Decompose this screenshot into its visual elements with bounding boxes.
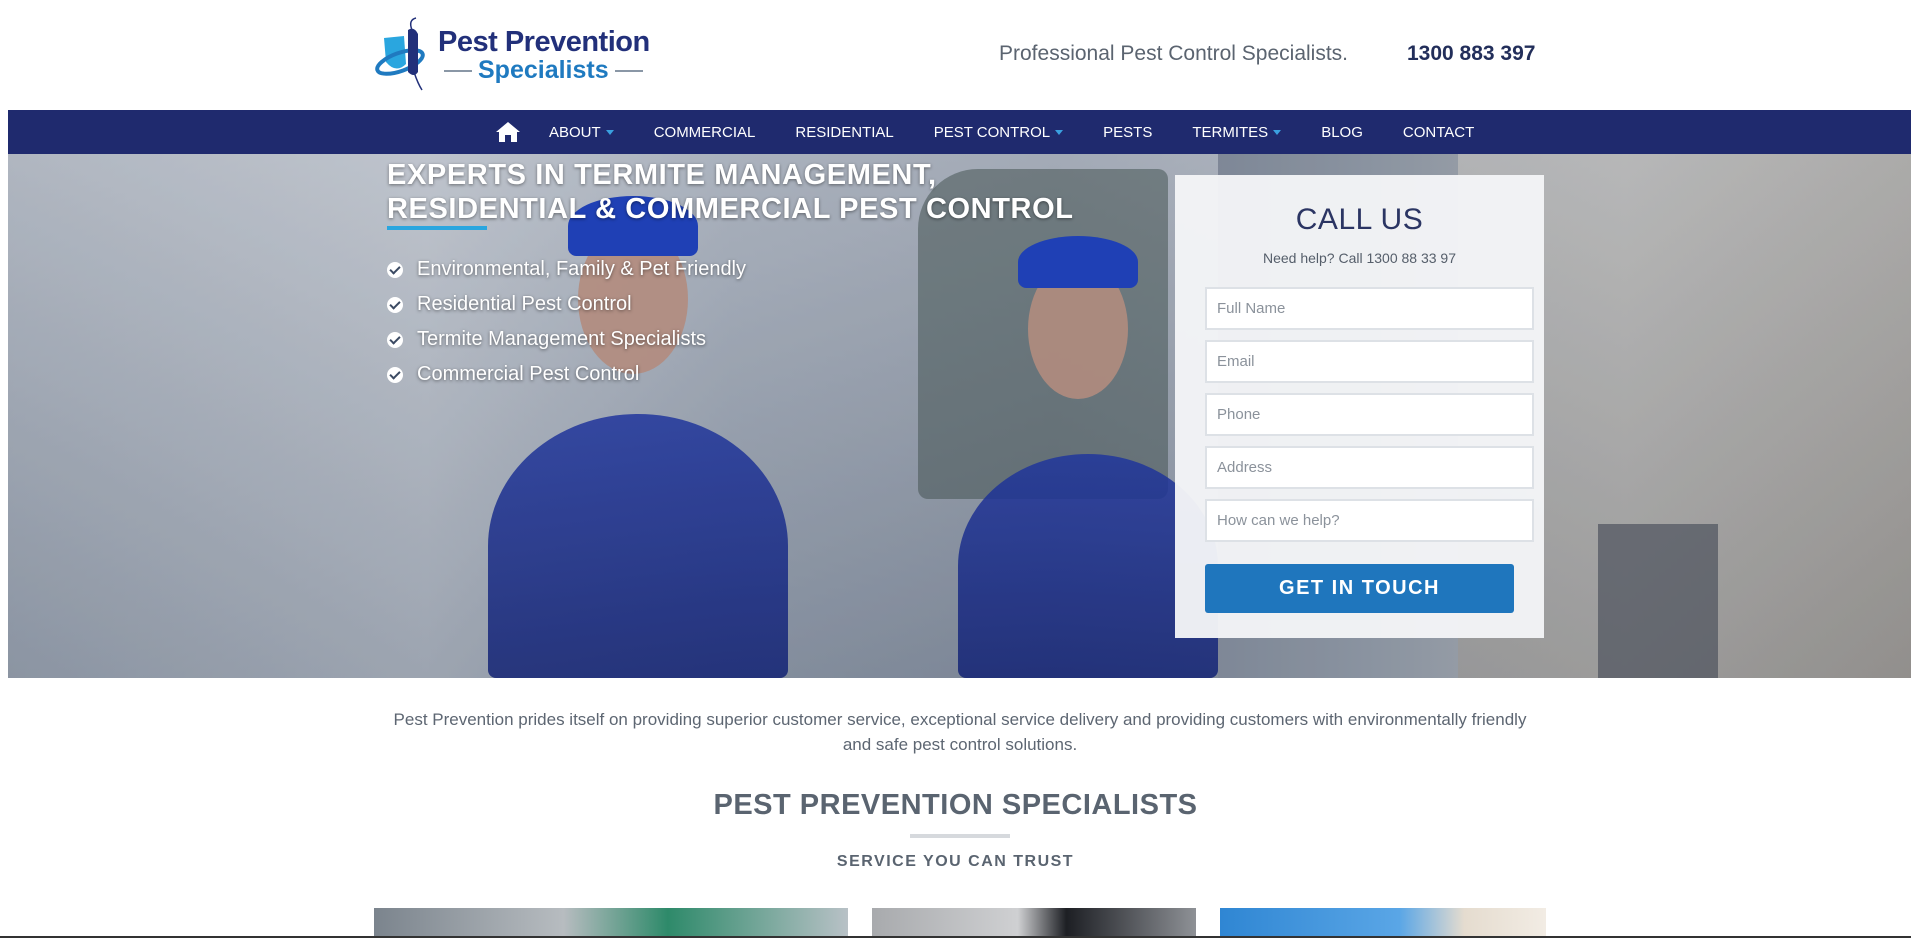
feature-label: Termite Management Specialists bbox=[417, 328, 707, 350]
nav-home-link[interactable] bbox=[495, 121, 521, 143]
nav-item-commercial-label: COMMERCIAL bbox=[653, 123, 756, 141]
nav-item-contact-label: CONTACT bbox=[1402, 123, 1475, 141]
message-input[interactable] bbox=[1205, 499, 1534, 542]
chevron-down-icon bbox=[1055, 129, 1064, 135]
hero-feature-list: Environmental, Family & Pet Friendly Res… bbox=[387, 252, 746, 392]
call-us-form: CALL US Need help? Call 1300 88 33 97 GE… bbox=[1175, 175, 1544, 638]
nav-item-pest-control-label: PEST CONTROL bbox=[933, 123, 1051, 141]
list-item: Termite Management Specialists bbox=[387, 322, 746, 357]
logo-text-secondary-label: Specialists bbox=[478, 56, 609, 84]
nav-item-pest-control[interactable]: PEST CONTROL bbox=[933, 123, 1064, 141]
hero-heading: EXPERTS IN TERMITE MANAGEMENT, RESIDENTI… bbox=[387, 158, 1147, 226]
list-item: Environmental, Family & Pet Friendly bbox=[387, 252, 746, 287]
nav-item-residential[interactable]: RESIDENTIAL bbox=[795, 124, 893, 141]
call-us-subtitle: Need help? Call 1300 88 33 97 bbox=[1262, 250, 1457, 266]
intro-text: Pest Prevention prides itself on providi… bbox=[393, 710, 1527, 754]
hero-heading-underline bbox=[387, 226, 487, 230]
header-phone-link[interactable]: 1300 883 397 bbox=[1407, 42, 1535, 66]
full-name-input[interactable] bbox=[1205, 287, 1534, 330]
chevron-down-icon bbox=[1273, 129, 1282, 135]
chevron-down-icon bbox=[605, 129, 614, 135]
site-header: Pest Prevention Specialists Professional… bbox=[0, 0, 1911, 110]
list-item: Residential Pest Control bbox=[387, 287, 746, 322]
nav-item-about-label: ABOUT bbox=[549, 123, 601, 141]
check-circle-icon bbox=[387, 331, 403, 348]
hero-banner bbox=[8, 154, 1911, 678]
nav-item-about[interactable]: ABOUT bbox=[549, 124, 614, 141]
nav-item-contact[interactable]: CONTACT bbox=[1403, 124, 1474, 141]
call-us-title: CALL US bbox=[1295, 203, 1424, 236]
service-card-image-3[interactable] bbox=[1220, 908, 1546, 938]
get-in-touch-button[interactable]: GET IN TOUCH bbox=[1205, 564, 1514, 613]
header-tagline: Professional Pest Control Specialists. bbox=[999, 42, 1348, 65]
nav-item-termites-label: TERMITES bbox=[1192, 123, 1269, 141]
feature-label: Environmental, Family & Pet Friendly bbox=[417, 258, 747, 280]
section-title: PEST PREVENTION SPECIALISTS bbox=[713, 789, 1198, 821]
logo-text-primary: Pest Prevention bbox=[438, 26, 650, 58]
section-subtitle: SERVICE YOU CAN TRUST bbox=[836, 853, 1075, 870]
home-icon bbox=[496, 122, 520, 142]
nav-item-pests[interactable]: PESTS bbox=[1103, 124, 1152, 141]
nav-item-residential-label: RESIDENTIAL bbox=[795, 123, 894, 141]
logo-rule-right bbox=[614, 70, 643, 73]
hero-heading-line1: EXPERTS IN TERMITE MANAGEMENT, bbox=[387, 159, 937, 192]
phone-input[interactable] bbox=[1205, 393, 1534, 436]
site-logo[interactable]: Pest Prevention Specialists bbox=[374, 16, 650, 92]
nav-menu: ABOUT COMMERCIAL RESIDENTIAL PEST CONTRO… bbox=[495, 110, 1514, 154]
nav-item-blog[interactable]: BLOG bbox=[1321, 124, 1363, 141]
check-circle-icon bbox=[387, 296, 403, 313]
nav-item-blog-label: BLOG bbox=[1321, 123, 1363, 141]
feature-label: Residential Pest Control bbox=[417, 293, 632, 315]
hero-heading-line2: RESIDENTIAL & COMMERCIAL PEST CONTROL bbox=[387, 193, 1074, 226]
section-title-divider bbox=[910, 834, 1010, 838]
feature-label: Commercial Pest Control bbox=[417, 363, 640, 385]
list-item: Commercial Pest Control bbox=[387, 357, 746, 392]
logo-bug-icon bbox=[375, 17, 425, 91]
nav-item-commercial[interactable]: COMMERCIAL bbox=[654, 124, 756, 141]
logo-rule-left bbox=[444, 70, 472, 73]
service-card-image-1[interactable] bbox=[374, 908, 848, 938]
service-card-image-2[interactable] bbox=[872, 908, 1196, 938]
hero-overlay bbox=[8, 154, 1911, 678]
main-nav: ABOUT COMMERCIAL RESIDENTIAL PEST CONTRO… bbox=[8, 110, 1911, 154]
nav-item-pests-label: PESTS bbox=[1103, 123, 1153, 141]
logo-text-secondary: Specialists bbox=[438, 56, 644, 85]
email-input[interactable] bbox=[1205, 340, 1534, 383]
check-circle-icon bbox=[387, 261, 403, 278]
check-circle-icon bbox=[387, 366, 403, 383]
address-input[interactable] bbox=[1205, 446, 1534, 489]
nav-item-termites[interactable]: TERMITES bbox=[1192, 123, 1282, 141]
